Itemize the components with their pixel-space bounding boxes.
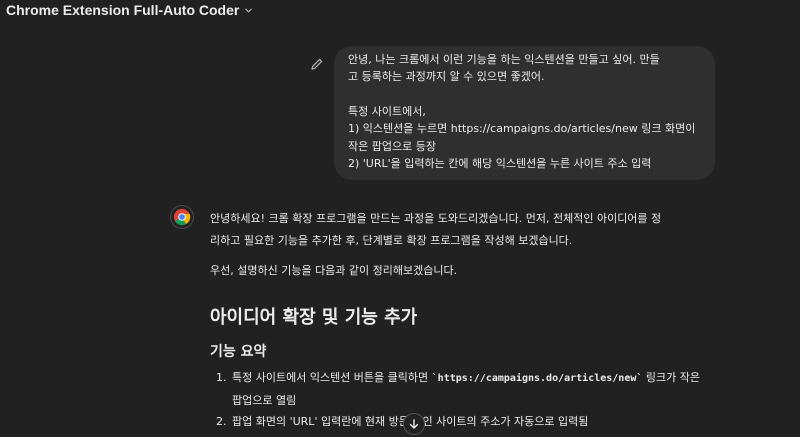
pencil-icon[interactable] [309, 56, 325, 72]
inline-code: `https://campaigns.do/articles/new` [431, 373, 643, 384]
list-text: 팝업으로 열림 [232, 394, 297, 407]
user-message-line: 작은 팝업으로 등장 [348, 139, 436, 153]
list-item: 1. 특정 사이트에서 익스텐션 버튼을 클릭하면 `https://campa… [210, 367, 730, 411]
user-message-line: 2) 'URL'을 입력하는 칸에 해당 익스텐션을 누른 사이트 주소 입력 [348, 157, 652, 171]
user-message-line: 1) 익스텐션을 누르면 https://campaigns.do/articl… [348, 122, 696, 136]
list-item: 2. 팝업 화면의 'URL' 입력란에 현재 방문 중인 사이트의 주소가 자… [210, 411, 730, 433]
user-message-line: 안녕, 나는 크롬에서 이런 기능을 하는 익스텐션을 만들고 싶어. 만들 [348, 53, 660, 66]
subsection-heading: 기능 요약 [210, 344, 267, 360]
list-number: 2. [216, 415, 227, 428]
arrow-down-icon [409, 419, 419, 429]
chat-title: Chrome Extension Full-Auto Coder [6, 2, 240, 18]
section-heading: 아이디어 확장 및 기능 추가 [210, 307, 418, 328]
list-number: 1. [216, 371, 227, 384]
assistant-paragraph: 우선, 설명하신 기능을 다음과 같이 정리해보겠습니다. [210, 260, 730, 282]
assistant-text: 안녕하세요! 크롬 확장 프로그램을 만드는 과정을 도와드리겠습니다. 먼저,… [210, 212, 662, 225]
assistant-intro: 안녕하세요! 크롬 확장 프로그램을 만드는 과정을 도와드리겠습니다. 먼저,… [210, 208, 730, 252]
model-selector[interactable]: Chrome Extension Full-Auto Coder [6, 2, 253, 18]
list-text: 링크가 작은 [642, 371, 700, 384]
assistant-avatar [170, 205, 194, 229]
user-message-line: 고 등록하는 과정까지 알 수 있으면 좋겠어. [348, 70, 545, 84]
list-text: 특정 사이트에서 익스텐션 버튼을 클릭하면 [232, 371, 432, 384]
user-message-line: 특정 사이트에서, [348, 104, 426, 118]
assistant-text: 리하고 필요한 기능을 추가한 후, 단계별로 확장 프로그램을 작성해 보겠습… [210, 234, 573, 247]
top-bar: Chrome Extension Full-Auto Coder [0, 0, 800, 26]
assistant-text: 우선, 설명하신 기능을 다음과 같이 정리해보겠습니다. [210, 264, 458, 277]
chrome-logo-icon [173, 208, 191, 226]
scroll-down-button[interactable] [403, 413, 425, 435]
chevron-down-icon [245, 8, 253, 13]
user-message-bubble: 안녕, 나는 크롬에서 이런 기능을 하는 익스텐션을 만들고 싶어. 만들 고… [334, 46, 715, 180]
